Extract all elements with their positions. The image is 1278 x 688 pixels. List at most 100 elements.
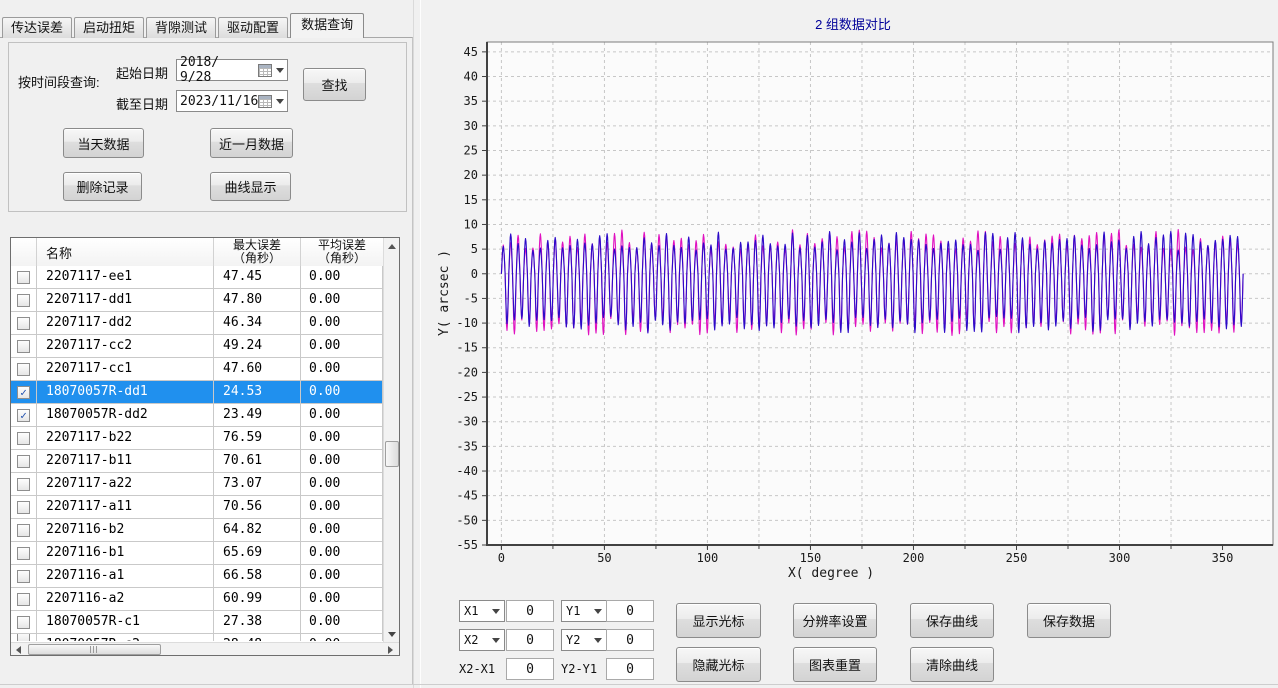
row-avg-error: 0.00 (301, 611, 383, 633)
row-max-error: 49.24 (214, 335, 301, 357)
table-row[interactable]: ✓18070057R-dd124.530.00 (11, 381, 383, 404)
scroll-up-button[interactable] (385, 239, 399, 253)
row-checkbox[interactable] (17, 432, 30, 445)
row-checkbox[interactable] (17, 547, 30, 560)
x-axis-title: X( degree ) (788, 566, 874, 581)
table-row[interactable]: 2207116-a166.580.00 (11, 565, 383, 588)
svg-text:45: 45 (464, 45, 478, 59)
row-name: 2207117-dd1 (37, 289, 214, 311)
dropdown-arrow-icon[interactable] (276, 68, 284, 73)
svg-text:15: 15 (464, 193, 478, 207)
table-row[interactable]: 18070057R-c228.480.00 (11, 634, 383, 641)
row-avg-error: 0.00 (301, 404, 383, 426)
query-section-label: 按时间段查询: (18, 72, 100, 91)
table-row[interactable]: 2207116-b165.690.00 (11, 542, 383, 565)
row-name: 2207117-a22 (37, 473, 214, 495)
svg-text:-30: -30 (456, 415, 478, 429)
row-checkbox-cell (11, 473, 37, 495)
calendar-icon (258, 95, 272, 108)
row-checkbox[interactable] (17, 501, 30, 514)
row-checkbox[interactable] (17, 363, 30, 376)
row-checkbox[interactable]: ✓ (17, 386, 30, 399)
row-checkbox[interactable] (17, 271, 30, 284)
y-axis-title: Y( arcsec ) (437, 250, 452, 336)
table-row[interactable]: 2207116-a260.990.00 (11, 588, 383, 611)
recent-month-data-button[interactable]: 近一月数据 (210, 128, 293, 158)
row-checkbox[interactable]: ✓ (17, 409, 30, 422)
start-date-picker[interactable]: 2018/ 9/28 (176, 59, 288, 81)
save-curve-button[interactable]: 保存曲线 (910, 603, 994, 638)
cursor-x2-select[interactable]: X2 (459, 629, 505, 651)
row-checkbox[interactable] (17, 340, 30, 353)
row-avg-error: 0.00 (301, 289, 383, 311)
row-name: 2207116-a2 (37, 588, 214, 610)
table-row[interactable]: 2207117-a1170.560.00 (11, 496, 383, 519)
svg-text:250: 250 (1006, 551, 1028, 565)
cursor-x1-select[interactable]: X1 (459, 600, 505, 622)
table-row[interactable]: 2207117-cc249.240.00 (11, 335, 383, 358)
today-data-button[interactable]: 当天数据 (63, 128, 144, 158)
table-row[interactable]: 2207117-b1170.610.00 (11, 450, 383, 473)
table-row[interactable]: 2207117-ee147.450.00 (11, 266, 383, 289)
row-checkbox[interactable] (17, 294, 30, 307)
scroll-right-button[interactable] (384, 644, 397, 655)
row-avg-error: 0.00 (301, 588, 383, 610)
hide-cursor-button[interactable]: 隐藏光标 (676, 647, 761, 682)
show-cursor-button[interactable]: 显示光标 (676, 603, 761, 638)
tab-start-torque[interactable]: 启动扭矩 (74, 17, 144, 38)
row-checkbox[interactable] (17, 593, 30, 606)
svg-text:-10: -10 (456, 316, 478, 330)
row-checkbox[interactable] (17, 634, 30, 641)
row-checkbox-cell (11, 450, 37, 472)
save-data-button[interactable]: 保存数据 (1027, 603, 1111, 638)
table-row[interactable]: 2207117-cc147.600.00 (11, 358, 383, 381)
table-row[interactable]: ✓18070057R-dd223.490.00 (11, 404, 383, 427)
row-max-error: 70.61 (214, 450, 301, 472)
row-checkbox[interactable] (17, 524, 30, 537)
curve-display-button[interactable]: 曲线显示 (210, 172, 291, 201)
tab-data-query[interactable]: 数据查询 (290, 13, 364, 38)
delete-record-button[interactable]: 删除记录 (63, 172, 142, 201)
row-checkbox-cell (11, 611, 37, 633)
row-name: 2207116-b2 (37, 519, 214, 541)
row-checkbox[interactable] (17, 570, 30, 583)
row-checkbox[interactable] (17, 616, 30, 629)
panel-divider (413, 0, 414, 688)
chart-reset-button[interactable]: 图表重置 (793, 647, 877, 682)
row-max-error: 27.38 (214, 611, 301, 633)
search-button[interactable]: 查找 (303, 68, 366, 101)
horizontal-scroll-thumb[interactable] (28, 644, 161, 655)
tab-backlash-test[interactable]: 背隙测试 (146, 17, 216, 38)
row-checkbox[interactable] (17, 455, 30, 468)
horizontal-scrollbar[interactable] (11, 642, 399, 655)
row-avg-error: 0.00 (301, 358, 383, 380)
tab-drive-config[interactable]: 驱动配置 (218, 17, 288, 38)
row-avg-error: 0.00 (301, 496, 383, 518)
vertical-scrollbar[interactable] (383, 238, 399, 642)
delta-x-label: X2-X1 (459, 662, 495, 676)
cursor-y1-select[interactable]: Y1 (561, 600, 607, 622)
table-row[interactable]: 2207117-b2276.590.00 (11, 427, 383, 450)
clear-curve-button[interactable]: 清除曲线 (910, 647, 994, 682)
scroll-down-button[interactable] (385, 627, 399, 641)
row-name: 18070057R-c2 (37, 634, 214, 641)
tab-transmission-error[interactable]: 传达误差 (2, 17, 72, 38)
resolution-settings-button[interactable]: 分辨率设置 (793, 603, 877, 638)
cursor-y2-select[interactable]: Y2 (561, 629, 607, 651)
table-row[interactable]: 2207116-b264.820.00 (11, 519, 383, 542)
dropdown-arrow-icon[interactable] (276, 99, 284, 104)
table-row[interactable]: 2207117-a2273.070.00 (11, 473, 383, 496)
row-name: 2207117-b22 (37, 427, 214, 449)
end-date-picker[interactable]: 2023/11/16 (176, 90, 288, 112)
row-checkbox-cell (11, 588, 37, 610)
table-row[interactable]: 2207117-dd147.800.00 (11, 289, 383, 312)
scroll-left-button[interactable] (12, 644, 25, 655)
row-checkbox[interactable] (17, 317, 30, 330)
table-row[interactable]: 2207117-dd246.340.00 (11, 312, 383, 335)
row-checkbox[interactable] (17, 478, 30, 491)
scroll-right-icon (388, 646, 393, 654)
table-row[interactable]: 18070057R-c127.380.00 (11, 611, 383, 634)
vertical-scroll-thumb[interactable] (385, 441, 399, 467)
tab-bar: 传达误差启动扭矩背隙测试驱动配置数据查询 (2, 13, 366, 38)
delta-y-value: 0 (606, 658, 654, 680)
